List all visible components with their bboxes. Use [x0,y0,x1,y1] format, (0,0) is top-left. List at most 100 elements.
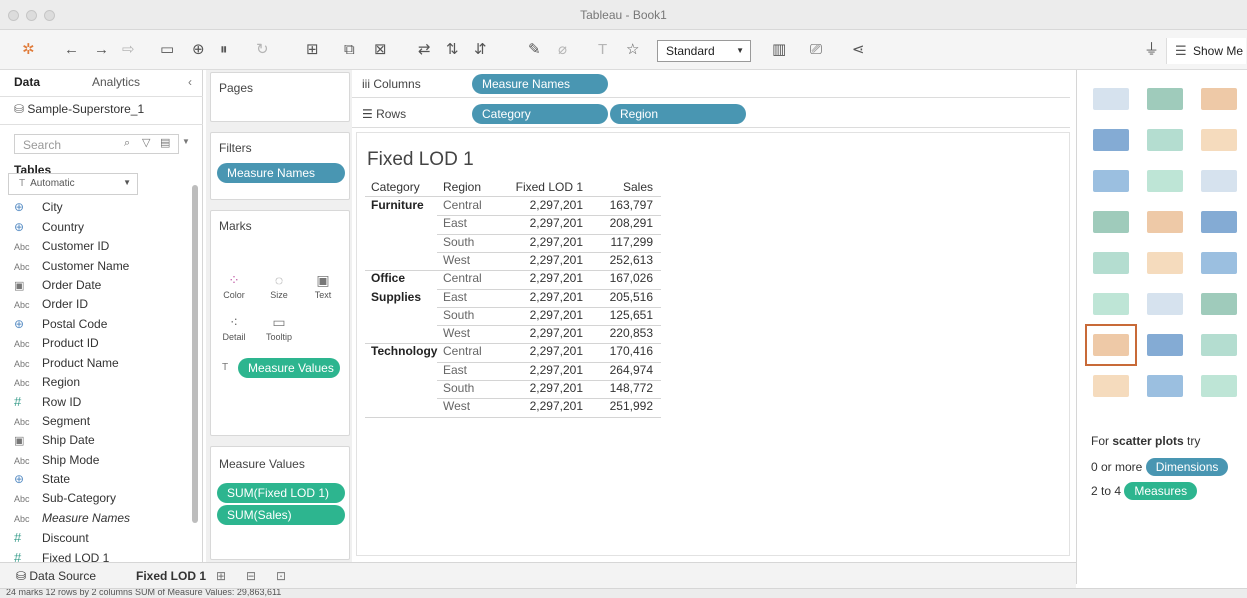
chart-type-9[interactable] [1195,162,1243,200]
measure-pill-sales[interactable]: SUM(Sales) [217,505,345,525]
rows-pill-category[interactable]: Category [472,104,608,124]
filters-card[interactable]: Filters Measure Names [210,132,350,200]
field-item[interactable]: Abc Sub-Category [14,491,116,510]
scrollbar[interactable] [192,185,198,523]
field-item[interactable]: ⊕ Postal Code [14,317,107,336]
show-me-button[interactable]: ☰ Show Me [1166,38,1246,64]
chart-type-24[interactable] [1195,367,1243,405]
group-members-icon[interactable]: ⌀ [558,41,567,59]
new-worksheet-icon[interactable]: ⊞ [216,569,226,583]
chart-type-3[interactable] [1195,80,1243,118]
sort-ascending-icon[interactable]: ⇅ [446,41,459,59]
chart-type-6[interactable] [1195,121,1243,159]
tab-analytics[interactable]: Analytics [92,75,140,89]
new-story-icon[interactable]: ⊡ [276,569,286,583]
new-data-source-icon[interactable]: ⊕ [192,41,205,59]
field-item[interactable]: ⊕ City [14,200,63,219]
presentation-icon[interactable]: ⏚ [1144,41,1159,59]
view-options-icon[interactable]: ▤ [160,136,170,149]
text-button[interactable]: ▣ Text [306,270,340,310]
chart-type-7[interactable] [1087,162,1135,200]
duplicate-sheet-icon[interactable]: ⧉ [344,41,355,59]
size-button[interactable]: ◌ Size [262,270,296,310]
chart-type-16[interactable] [1087,285,1135,323]
marks-pill-measure-values[interactable]: Measure Values [238,358,340,378]
columns-shelf[interactable]: iii Columns Measure Names [352,70,1070,98]
save-icon[interactable]: ▭ [160,41,174,59]
filter-pill-measure-names[interactable]: Measure Names [217,163,345,183]
chart-type-22[interactable] [1087,367,1135,405]
data-source-tab[interactable]: ⛁ Data Source [16,569,96,583]
filter-icon[interactable]: ▽ [142,136,150,149]
chart-type-19[interactable] [1085,324,1137,366]
detail-button[interactable]: ⁖ Detail [217,312,251,352]
field-item[interactable]: ⊕ Country [14,220,84,239]
chart-type-11[interactable] [1141,203,1189,241]
chart-type-23[interactable] [1141,367,1189,405]
data-source-item[interactable]: ⛁ Sample-Superstore_1 [14,102,144,116]
redo-icon[interactable]: ⇨ [122,41,135,59]
chart-type-18[interactable] [1195,285,1243,323]
mark-type-select[interactable]: T Automatic ▼ [8,173,138,195]
sheet-tab-fixed-lod-1[interactable]: Fixed LOD 1 [136,569,206,583]
share-icon[interactable]: ⋖ [852,41,865,59]
pause-updates-icon[interactable]: ⏸ [220,41,228,59]
chart-type-1[interactable] [1087,80,1135,118]
viz-canvas[interactable]: Fixed LOD 1 Category Region Fixed LOD 1 Sal… [356,132,1070,556]
field-item[interactable]: ▣ Order Date [14,278,101,297]
view-size-select[interactable]: Standard ▼ [657,40,751,62]
pages-card[interactable]: Pages [210,72,350,122]
new-dashboard-icon[interactable]: ⊟ [246,569,256,583]
pin-axes-icon[interactable]: ☆ [626,41,639,59]
field-item[interactable]: Abc Customer ID [14,239,109,258]
field-item[interactable]: # Row ID [14,394,81,413]
field-item[interactable]: Abc Measure Names [14,511,130,530]
chart-type-15[interactable] [1195,244,1243,282]
tab-data[interactable]: Data [14,75,40,89]
field-item[interactable]: ⊕ State [14,472,70,491]
chart-type-5[interactable] [1141,121,1189,159]
clear-sheet-icon[interactable]: ⊠ [374,41,387,59]
field-item[interactable]: Abc Product ID [14,336,99,355]
chart-type-21[interactable] [1195,326,1243,364]
pages-title: Pages [219,81,254,95]
field-item[interactable]: ▣ Ship Date [14,433,95,452]
new-worksheet-icon[interactable]: ⊞ [306,41,319,59]
rows-shelf[interactable]: ☰ Rows Category Region [352,100,1070,128]
chart-type-13[interactable] [1087,244,1135,282]
field-item[interactable]: # Discount [14,530,89,549]
field-item[interactable]: Abc Customer Name [14,259,129,278]
tableau-logo-icon[interactable]: ✲ [22,41,35,59]
field-item[interactable]: Abc Region [14,375,80,394]
show-cards-icon[interactable]: ▥ [772,41,786,59]
presentation-mode-icon[interactable]: ⎚ [810,41,822,59]
field-item[interactable]: Abc Segment [14,414,90,433]
measure-pill-fixed-lod[interactable]: SUM(Fixed LOD 1) [217,483,345,503]
color-button[interactable]: ⁘ Color [217,270,251,310]
search-input[interactable]: Search [14,134,179,154]
chart-type-14[interactable] [1141,244,1189,282]
search-icon[interactable]: ⌕ [124,137,130,150]
tooltip-button[interactable]: ▭ Tooltip [262,312,296,352]
forward-arrow-icon[interactable]: → [94,41,109,59]
chart-type-10[interactable] [1087,203,1135,241]
chart-type-20[interactable] [1141,326,1189,364]
swap-rows-columns-icon[interactable]: ⇄ [418,41,431,59]
chart-type-17[interactable] [1141,285,1189,323]
chart-type-12[interactable] [1195,203,1243,241]
chart-type-2[interactable] [1141,80,1189,118]
show-mark-labels-icon[interactable]: T [598,41,607,59]
back-arrow-icon[interactable]: ← [64,41,79,59]
highlight-icon[interactable]: ✎ [528,41,541,59]
refresh-icon[interactable]: ↻ [256,41,269,59]
sort-descending-icon[interactable]: ⇵ [474,41,487,59]
columns-pill-measure-names[interactable]: Measure Names [472,74,608,94]
rows-pill-region[interactable]: Region [610,104,746,124]
chart-type-4[interactable] [1087,121,1135,159]
chevron-down-icon[interactable]: ▼ [182,137,190,146]
collapse-pane-icon[interactable]: ‹ [188,75,192,89]
field-item[interactable]: Abc Ship Mode [14,453,99,472]
field-item[interactable]: Abc Order ID [14,297,88,316]
field-item[interactable]: Abc Product Name [14,356,119,375]
chart-type-8[interactable] [1141,162,1189,200]
